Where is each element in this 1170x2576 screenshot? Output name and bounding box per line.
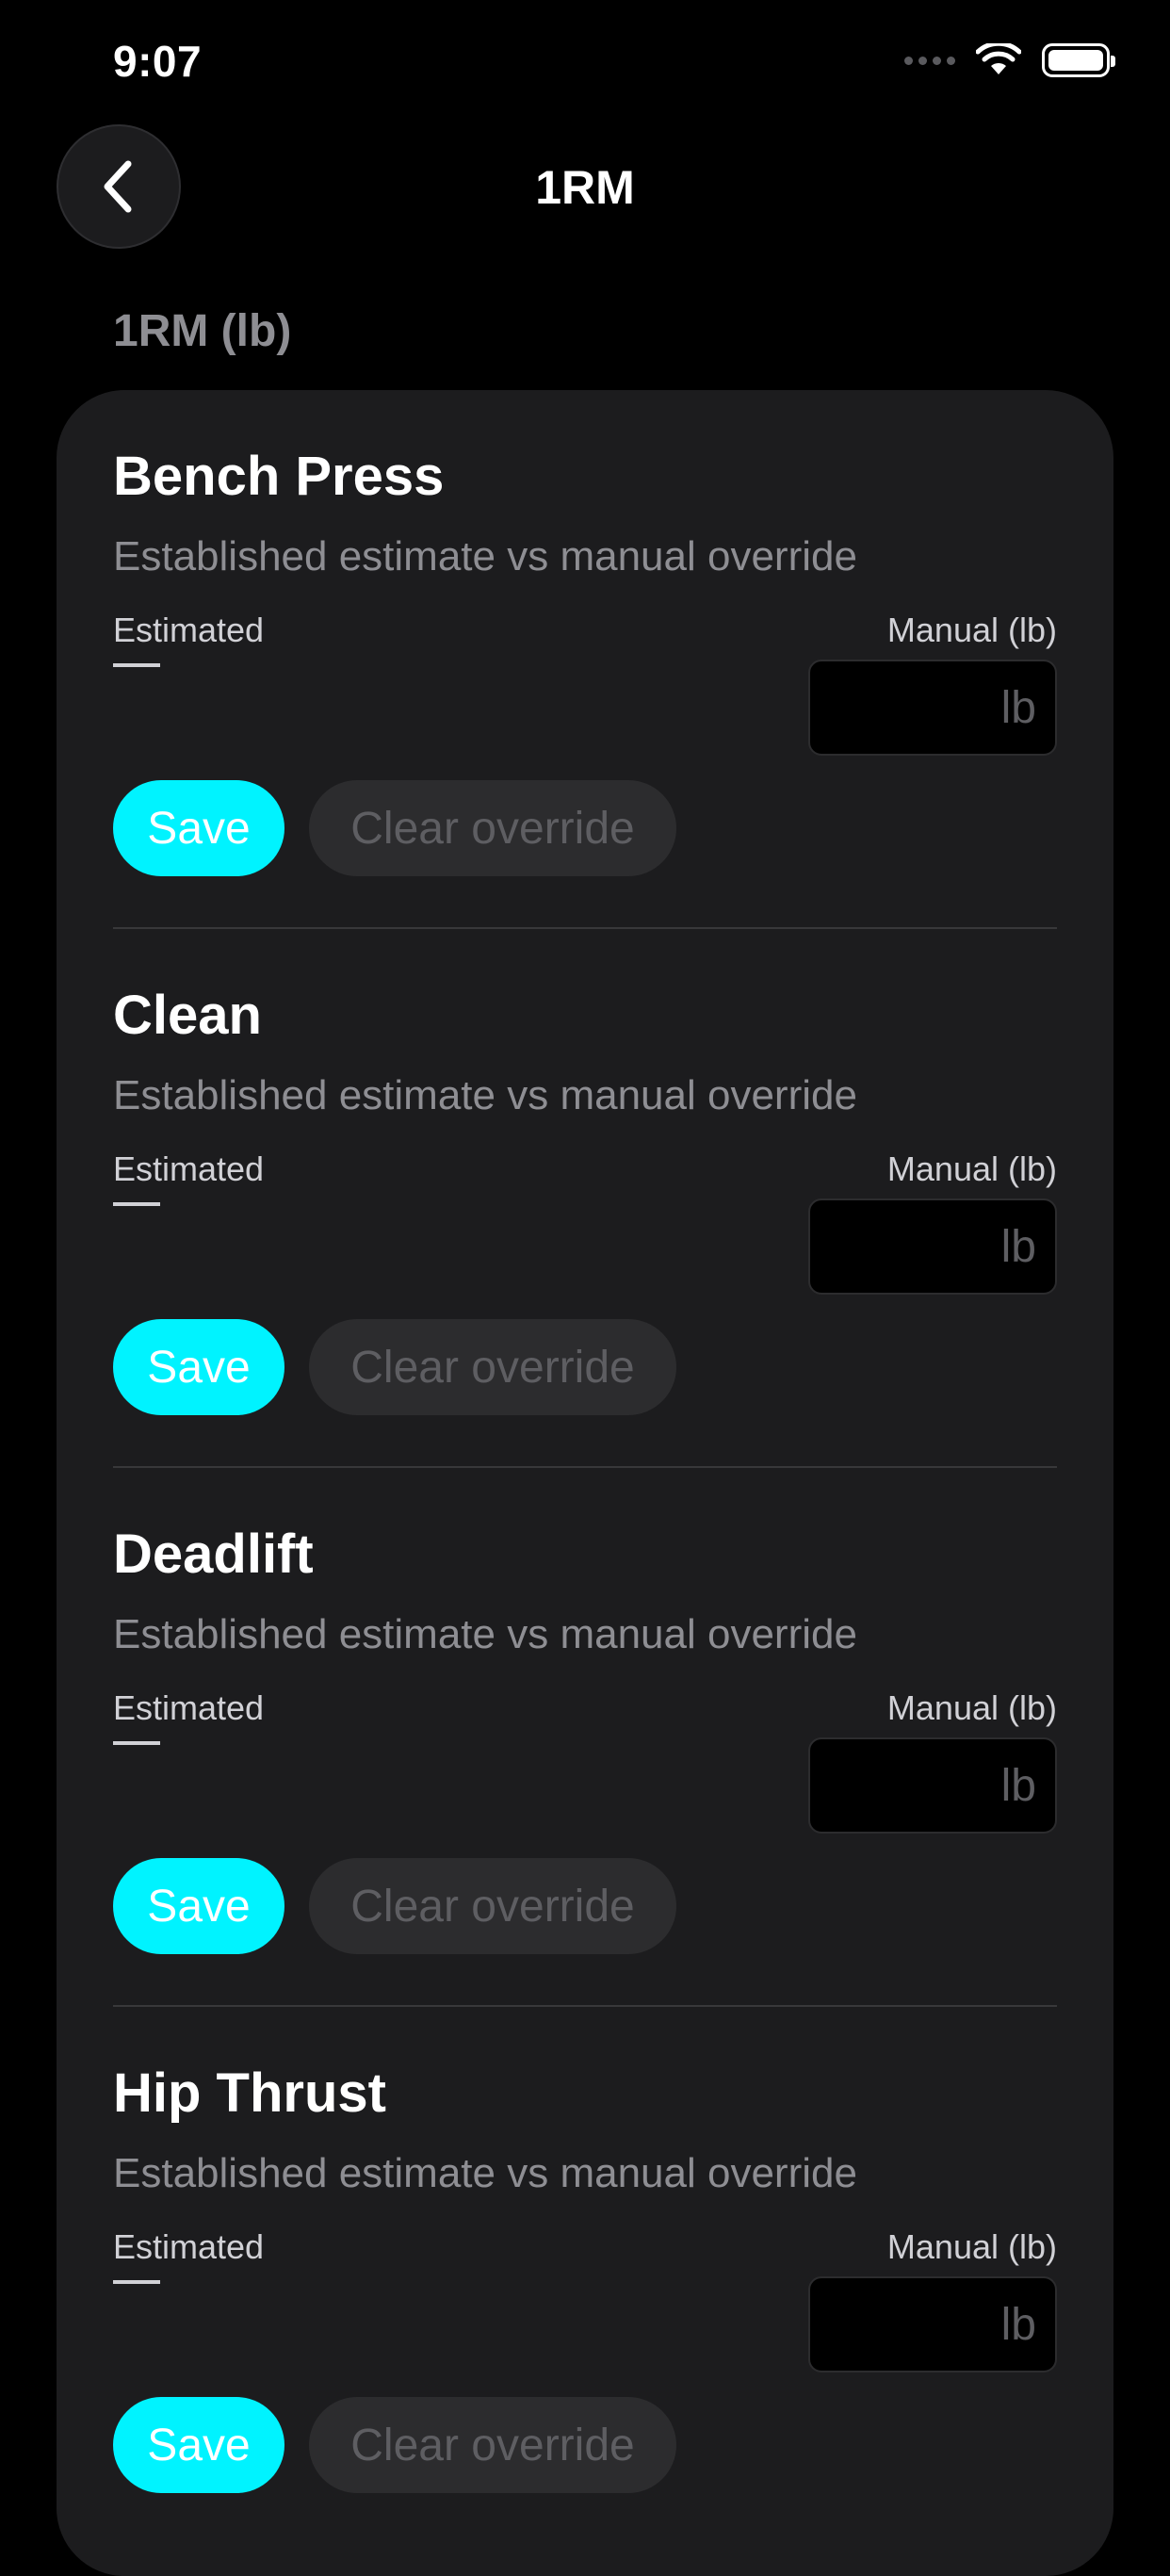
clear-override-button[interactable]: Clear override bbox=[309, 2397, 676, 2493]
status-time: 9:07 bbox=[113, 37, 203, 86]
page-title: 1RM bbox=[535, 161, 635, 214]
estimated-label: Estimated bbox=[113, 611, 265, 649]
manual-label: Manual (lb) bbox=[886, 1149, 1057, 1188]
exercise-name: Bench Press bbox=[113, 446, 445, 507]
exercise-name: Hip Thrust bbox=[113, 2062, 386, 2124]
estimated-label: Estimated bbox=[113, 2227, 265, 2266]
one-rep-max-card: Bench Press Established estimate vs manu… bbox=[57, 390, 1113, 2576]
exercise-bench-press: Bench Press Established estimate vs manu… bbox=[113, 390, 1057, 929]
estimated-value-dash bbox=[113, 1202, 160, 1206]
estimated-label: Estimated bbox=[113, 1149, 265, 1188]
estimated-label: Estimated bbox=[113, 1688, 265, 1727]
manual-label: Manual (lb) bbox=[886, 2227, 1057, 2266]
exercise-subtitle: Established estimate vs manual override bbox=[113, 1611, 857, 1657]
save-button[interactable]: Save bbox=[113, 1858, 284, 1954]
section-header: 1RM (lb) bbox=[113, 306, 292, 356]
exercise-subtitle: Established estimate vs manual override bbox=[113, 1072, 857, 1118]
clear-override-button[interactable]: Clear override bbox=[309, 1319, 676, 1415]
estimated-value-dash bbox=[113, 2280, 160, 2284]
clear-override-button[interactable]: Clear override bbox=[309, 780, 676, 876]
manual-label: Manual (lb) bbox=[886, 1688, 1057, 1727]
save-button[interactable]: Save bbox=[113, 1319, 284, 1415]
exercise-clean: Clean Established estimate vs manual ove… bbox=[113, 929, 1057, 1468]
manual-unit: lb bbox=[1000, 2299, 1036, 2350]
exercise-name: Clean bbox=[113, 985, 262, 1046]
cellular-signal-icon bbox=[904, 56, 955, 65]
exercise-subtitle: Established estimate vs manual override bbox=[113, 2150, 857, 2196]
estimated-value-dash bbox=[113, 1741, 160, 1745]
exercise-hip-thrust: Hip Thrust Established estimate vs manua… bbox=[113, 2007, 1057, 2546]
wifi-icon bbox=[976, 43, 1021, 74]
manual-unit: lb bbox=[1000, 1760, 1036, 1811]
manual-input[interactable]: lb bbox=[808, 2276, 1057, 2372]
manual-label: Manual (lb) bbox=[886, 611, 1057, 649]
exercise-name: Deadlift bbox=[113, 1524, 314, 1585]
clear-override-button[interactable]: Clear override bbox=[309, 1858, 676, 1954]
estimated-value-dash bbox=[113, 663, 160, 667]
exercise-subtitle: Established estimate vs manual override bbox=[113, 533, 857, 579]
nav-bar: 1RM bbox=[0, 122, 1170, 254]
manual-input[interactable]: lb bbox=[808, 1198, 1057, 1295]
manual-input[interactable]: lb bbox=[808, 660, 1057, 756]
manual-unit: lb bbox=[1000, 682, 1036, 733]
exercise-deadlift: Deadlift Established estimate vs manual … bbox=[113, 1468, 1057, 2007]
status-icons bbox=[904, 43, 1115, 77]
manual-unit: lb bbox=[1000, 1221, 1036, 1272]
save-button[interactable]: Save bbox=[113, 2397, 284, 2493]
battery-icon bbox=[1042, 43, 1115, 77]
save-button[interactable]: Save bbox=[113, 780, 284, 876]
status-bar: 9:07 bbox=[0, 0, 1170, 122]
manual-input[interactable]: lb bbox=[808, 1737, 1057, 1834]
